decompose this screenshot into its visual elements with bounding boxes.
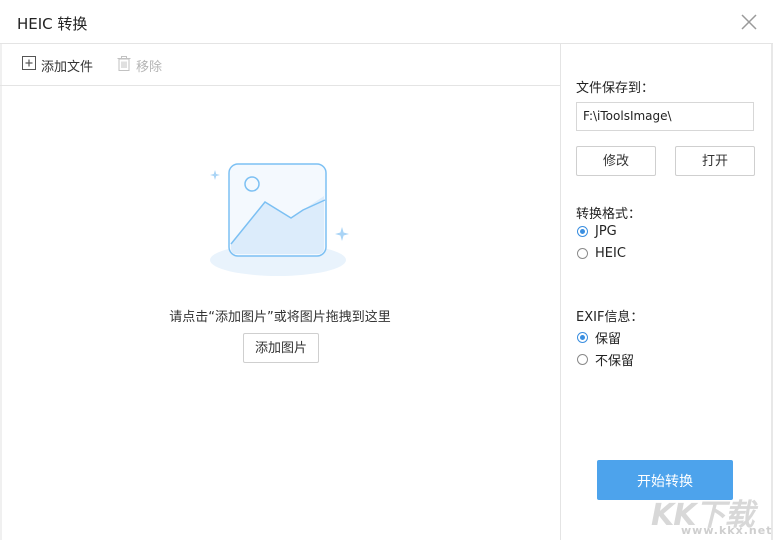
format-option-label: JPG [595, 224, 617, 239]
drop-hint-text: 请点击“添加图片”或将图片拖拽到这里 [169, 310, 391, 325]
close-icon[interactable] [739, 12, 759, 32]
format-option-heic[interactable]: HEIC [577, 246, 626, 261]
format-label: 转换格式： [576, 207, 642, 222]
watermark-url: www.kkx.net [681, 524, 773, 537]
exif-option-discard[interactable]: 不保留 [577, 350, 634, 369]
format-option-label: HEIC [595, 246, 626, 261]
left-border [0, 44, 2, 540]
add-square-icon [22, 56, 41, 74]
format-option-jpg[interactable]: JPG [577, 224, 617, 239]
radio-checked-icon [577, 226, 588, 237]
watermark: KK下载 www.kkx.net [651, 492, 773, 538]
save-path-field[interactable]: F:\iToolsImage\ [576, 102, 754, 131]
remove-label: 移除 [136, 59, 163, 75]
title-bar: HEIC 转换 [0, 0, 773, 44]
window-title: HEIC 转换 [17, 15, 88, 33]
heic-converter-window: HEIC 转换 添加文件 移除 请点击“添加图片”或将图片拖拽到这里 添加图片 … [0, 0, 773, 540]
add-file-label: 添加文件 [41, 59, 94, 75]
remove-button[interactable]: 移除 [117, 55, 163, 75]
add-image-button[interactable]: 添加图片 [243, 333, 319, 363]
modify-button[interactable]: 修改 [576, 146, 656, 176]
exif-option-keep[interactable]: 保留 [577, 328, 621, 347]
exif-label: EXIF信息： [576, 310, 644, 325]
open-button[interactable]: 打开 [675, 146, 755, 176]
add-file-button[interactable]: 添加文件 [22, 56, 94, 75]
exif-option-label: 不保留 [595, 354, 635, 369]
radio-unchecked-icon [577, 248, 588, 259]
save-location-label: 文件保存到： [576, 81, 655, 96]
image-placeholder-icon [205, 160, 355, 282]
toolbar: 添加文件 移除 [0, 44, 560, 86]
exif-option-label: 保留 [595, 332, 622, 347]
panel-divider [560, 44, 561, 540]
radio-checked-icon [577, 332, 588, 343]
radio-unchecked-icon [577, 354, 588, 365]
trash-icon [117, 55, 136, 75]
